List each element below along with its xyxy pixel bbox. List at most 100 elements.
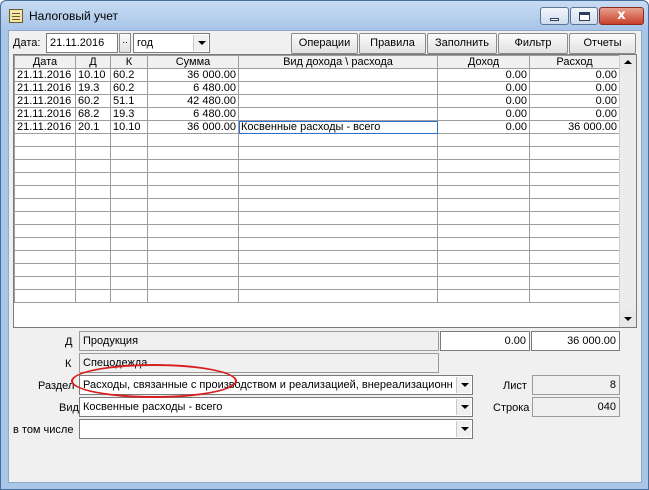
date-picker-button[interactable]: .. bbox=[119, 33, 131, 53]
cell-income[interactable]: 0.00 bbox=[437, 107, 530, 121]
cell-debit[interactable]: 20.1 bbox=[75, 120, 111, 134]
cell-type[interactable] bbox=[238, 94, 438, 108]
cell-date[interactable]: 21.11.2016 bbox=[14, 81, 76, 95]
table-row-empty[interactable] bbox=[14, 276, 620, 290]
cell-amount[interactable]: 36 000.00 bbox=[147, 120, 239, 134]
table-row-empty[interactable] bbox=[14, 172, 620, 186]
client-area: Дата: 21.11.2016 .. год Операции Правила… bbox=[8, 30, 642, 483]
debit-account-field: Продукция bbox=[79, 331, 439, 351]
income-total-field: 0.00 bbox=[440, 331, 530, 351]
debit-label: Д bbox=[65, 336, 73, 348]
transactions-grid[interactable]: Дата Д К Сумма Вид дохода \ расхода Дохо… bbox=[13, 54, 637, 328]
cell-income[interactable]: 0.00 bbox=[437, 81, 530, 95]
table-row-empty[interactable] bbox=[14, 159, 620, 173]
table-row[interactable]: 21.11.2016 10.10 60.2 36 000.00 0.00 0.0… bbox=[14, 68, 620, 82]
cell-income[interactable]: 0.00 bbox=[437, 120, 530, 134]
date-input[interactable]: 21.11.2016 bbox=[46, 33, 118, 53]
table-row-empty[interactable] bbox=[14, 289, 620, 303]
line-field: 040 bbox=[532, 397, 620, 417]
cell-expense[interactable]: 36 000.00 bbox=[529, 120, 620, 134]
ledger-icon bbox=[9, 9, 23, 23]
chevron-down-icon[interactable] bbox=[456, 421, 471, 437]
cell-amount[interactable]: 6 480.00 bbox=[147, 81, 239, 95]
cell-expense[interactable]: 0.00 bbox=[529, 94, 620, 108]
table-row[interactable]: 21.11.2016 60.2 51.1 42 480.00 0.00 0.00 bbox=[14, 94, 620, 108]
cell-income[interactable]: 0.00 bbox=[437, 94, 530, 108]
cell-amount[interactable]: 6 480.00 bbox=[147, 107, 239, 121]
minimize-button[interactable] bbox=[540, 7, 569, 25]
fill-button[interactable]: Заполнить bbox=[427, 33, 497, 54]
section-label: Раздел bbox=[38, 380, 75, 392]
table-row-empty[interactable] bbox=[14, 185, 620, 199]
sheet-label: Лист bbox=[503, 380, 527, 392]
cell-credit[interactable]: 51.1 bbox=[110, 94, 148, 108]
maximize-button[interactable] bbox=[570, 7, 598, 25]
including-select[interactable] bbox=[79, 419, 473, 439]
scroll-down-icon[interactable] bbox=[620, 311, 636, 327]
cell-debit[interactable]: 10.10 bbox=[75, 68, 111, 82]
cell-date[interactable]: 21.11.2016 bbox=[14, 120, 76, 134]
table-row-empty[interactable] bbox=[14, 250, 620, 264]
cell-credit[interactable]: 60.2 bbox=[110, 81, 148, 95]
column-header-income[interactable]: Доход bbox=[437, 55, 530, 69]
table-row-empty[interactable] bbox=[14, 133, 620, 147]
cell-type[interactable] bbox=[238, 107, 438, 121]
maximize-icon bbox=[579, 12, 590, 21]
cell-date[interactable]: 21.11.2016 bbox=[14, 68, 76, 82]
table-row-empty[interactable] bbox=[14, 224, 620, 238]
table-row-empty[interactable] bbox=[14, 146, 620, 160]
table-row[interactable]: 21.11.2016 68.2 19.3 6 480.00 0.00 0.00 bbox=[14, 107, 620, 121]
cell-expense[interactable]: 0.00 bbox=[529, 81, 620, 95]
cell-credit[interactable]: 19.3 bbox=[110, 107, 148, 121]
table-header-row: Дата Д К Сумма Вид дохода \ расхода Дохо… bbox=[14, 55, 620, 69]
cell-amount[interactable]: 42 480.00 bbox=[147, 94, 239, 108]
period-select[interactable]: год bbox=[133, 33, 210, 53]
scroll-up-icon[interactable] bbox=[620, 55, 636, 71]
column-header-amount[interactable]: Сумма bbox=[147, 55, 239, 69]
column-header-expense[interactable]: Расход bbox=[529, 55, 620, 69]
cell-type-active[interactable]: Косвенные расходы - всего bbox=[238, 120, 438, 134]
filter-button[interactable]: Фильтр bbox=[498, 33, 568, 54]
table-row-selected[interactable]: 21.11.2016 20.1 10.10 36 000.00 Косвенны… bbox=[14, 120, 620, 134]
section-select[interactable]: Расходы, связанные с производством и реа… bbox=[79, 375, 473, 395]
cell-debit[interactable]: 68.2 bbox=[75, 107, 111, 121]
column-header-credit[interactable]: К bbox=[110, 55, 148, 69]
cell-debit[interactable]: 19.3 bbox=[75, 81, 111, 95]
cell-debit[interactable]: 60.2 bbox=[75, 94, 111, 108]
minimize-icon bbox=[550, 18, 559, 21]
column-header-debit[interactable]: Д bbox=[75, 55, 111, 69]
column-header-date[interactable]: Дата bbox=[14, 55, 76, 69]
table-row[interactable]: 21.11.2016 19.3 60.2 6 480.00 0.00 0.00 bbox=[14, 81, 620, 95]
vertical-scrollbar[interactable] bbox=[619, 55, 636, 327]
cell-credit[interactable]: 10.10 bbox=[110, 120, 148, 134]
type-label: Вид bbox=[59, 402, 79, 414]
cell-income[interactable]: 0.00 bbox=[437, 68, 530, 82]
cell-credit[interactable]: 60.2 bbox=[110, 68, 148, 82]
table-row-empty[interactable] bbox=[14, 198, 620, 212]
window-title: Налоговый учет bbox=[29, 9, 118, 23]
transactions-table: Дата Д К Сумма Вид дохода \ расхода Дохо… bbox=[14, 55, 620, 303]
main-window: Налоговый учет x Дата: 21.11.2016 .. год… bbox=[0, 0, 649, 490]
credit-label: К bbox=[65, 358, 72, 370]
table-row-empty[interactable] bbox=[14, 211, 620, 225]
operations-button[interactable]: Операции bbox=[291, 33, 358, 54]
period-value: год bbox=[137, 37, 154, 49]
chevron-down-icon[interactable] bbox=[193, 35, 208, 51]
reports-button[interactable]: Отчеты bbox=[569, 33, 636, 54]
cell-type[interactable] bbox=[238, 81, 438, 95]
close-button[interactable]: x bbox=[599, 7, 644, 25]
cell-amount[interactable]: 36 000.00 bbox=[147, 68, 239, 82]
chevron-down-icon[interactable] bbox=[456, 377, 471, 393]
title-bar[interactable]: Налоговый учет x bbox=[1, 1, 648, 29]
cell-date[interactable]: 21.11.2016 bbox=[14, 107, 76, 121]
cell-expense[interactable]: 0.00 bbox=[529, 68, 620, 82]
cell-expense[interactable]: 0.00 bbox=[529, 107, 620, 121]
column-header-type[interactable]: Вид дохода \ расхода bbox=[238, 55, 438, 69]
table-row-empty[interactable] bbox=[14, 263, 620, 277]
table-row-empty[interactable] bbox=[14, 237, 620, 251]
cell-date[interactable]: 21.11.2016 bbox=[14, 94, 76, 108]
cell-type[interactable] bbox=[238, 68, 438, 82]
chevron-down-icon[interactable] bbox=[456, 399, 471, 415]
type-select[interactable]: Косвенные расходы - всего bbox=[79, 397, 473, 417]
rules-button[interactable]: Правила bbox=[359, 33, 426, 54]
